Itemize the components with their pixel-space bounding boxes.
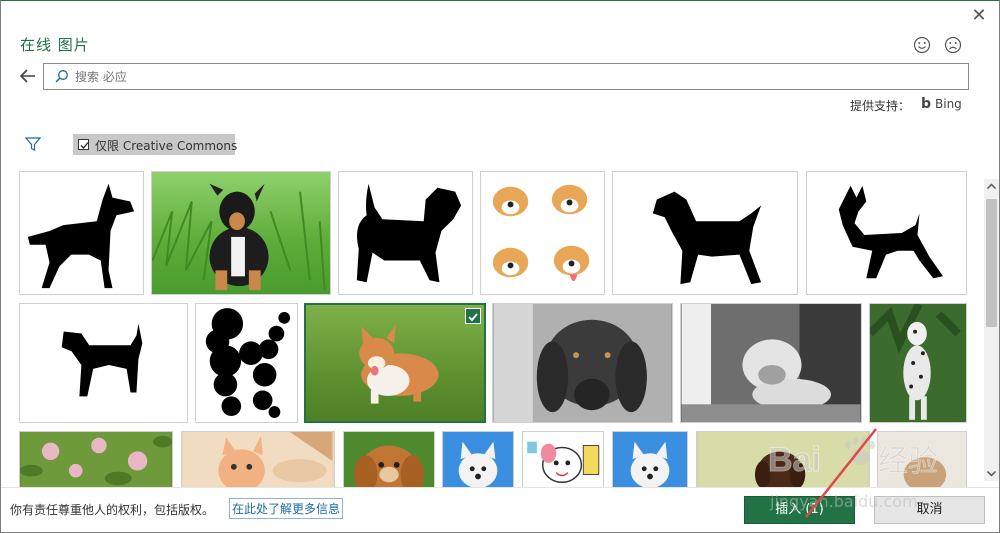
result-thumbnail[interactable] [181, 431, 335, 487]
scroll-up-icon[interactable] [984, 179, 999, 194]
result-thumbnail[interactable] [522, 431, 604, 487]
brown-dog-photo-image [698, 432, 868, 487]
result-thumbnail[interactable] [151, 171, 331, 295]
vertical-scrollbar[interactable] [984, 179, 999, 481]
result-thumbnail[interactable] [877, 431, 967, 487]
result-thumbnail[interactable] [612, 171, 798, 295]
powered-by-label: 提供支持： [850, 99, 911, 113]
dialog-title: 在线 图片 [20, 36, 90, 54]
dog-photo-image [878, 432, 966, 487]
dalmatian-photo-image [870, 304, 966, 422]
result-thumbnail[interactable] [343, 431, 435, 487]
white-dog-photo-image [443, 432, 513, 487]
copyright-notice: 你有责任尊重他人的权利，包括版权。 [10, 503, 215, 517]
scrollbar-thumb[interactable] [986, 199, 997, 327]
dialog-footer: 你有责任尊重他人的权利，包括版权。 在此处了解更多信息 插入 (1) 取消 [1, 487, 999, 532]
search-box[interactable] [43, 63, 969, 90]
dog-silhouette-image [61, 323, 143, 397]
spaniel-photo-image [344, 432, 434, 487]
frown-icon[interactable] [943, 35, 963, 55]
dog-silhouette-image [27, 183, 135, 289]
result-thumbnail[interactable] [19, 303, 188, 423]
creative-commons-label: 仅限 Creative Commons [95, 139, 238, 153]
result-thumbnail[interactable] [612, 431, 688, 487]
poodle-silhouette-image [205, 308, 291, 418]
cartoon-dog-image [527, 441, 600, 483]
result-thumbnail[interactable] [338, 171, 473, 295]
bing-brand: Bing [935, 97, 962, 111]
result-thumbnail[interactable] [442, 431, 514, 487]
scroll-down-icon[interactable] [984, 466, 999, 481]
result-thumbnail[interactable] [680, 303, 862, 423]
result-thumbnail[interactable] [869, 303, 967, 423]
puppy-photo-image [152, 183, 326, 291]
result-thumbnail-selected[interactable] [304, 303, 486, 423]
dog-silhouette-image [652, 191, 762, 285]
online-pictures-dialog: ✕ 在线 图片 提供支持： b Bing 仅限 Creative Commons [0, 0, 1000, 533]
creative-commons-checkbox[interactable] [78, 139, 89, 150]
learn-more-link[interactable]: 在此处了解更多信息 [229, 498, 344, 519]
search-icon [55, 70, 68, 83]
result-thumbnail[interactable] [480, 171, 605, 295]
creative-commons-filter[interactable]: 仅限 Creative Commons [73, 134, 238, 155]
filter-icon[interactable] [24, 136, 42, 152]
close-icon: ✕ [971, 5, 987, 26]
bulldog-bw-photo-image [681, 304, 861, 422]
image-results-grid [17, 169, 967, 487]
cancel-button[interactable]: 取消 [874, 496, 985, 524]
cat-photo-image [183, 432, 333, 487]
corgi-photo-image [359, 324, 439, 404]
result-thumbnail[interactable] [19, 171, 144, 295]
selected-check-badge [465, 308, 481, 324]
checkmark-icon [80, 142, 89, 149]
dog-silhouette-image [838, 185, 944, 279]
search-input[interactable] [75, 67, 955, 86]
insert-button[interactable]: 插入 (1) [744, 496, 855, 524]
cartoon-dogs-image [492, 184, 590, 282]
bing-logo-icon: b [921, 96, 932, 112]
checkmark-icon [468, 313, 478, 322]
white-dog-photo-image [613, 432, 687, 487]
result-thumbnail[interactable] [696, 431, 870, 487]
dog-silhouette-image [356, 183, 462, 283]
dog-bw-photo-image [493, 304, 672, 422]
smile-icon[interactable] [912, 35, 932, 55]
back-arrow-icon[interactable] [17, 65, 39, 87]
result-thumbnail[interactable] [195, 303, 298, 423]
close-button[interactable]: ✕ [969, 6, 989, 26]
result-thumbnail[interactable] [492, 303, 673, 423]
flowers-photo-image [20, 432, 172, 487]
result-thumbnail[interactable] [806, 171, 967, 295]
result-thumbnail[interactable] [19, 431, 173, 487]
